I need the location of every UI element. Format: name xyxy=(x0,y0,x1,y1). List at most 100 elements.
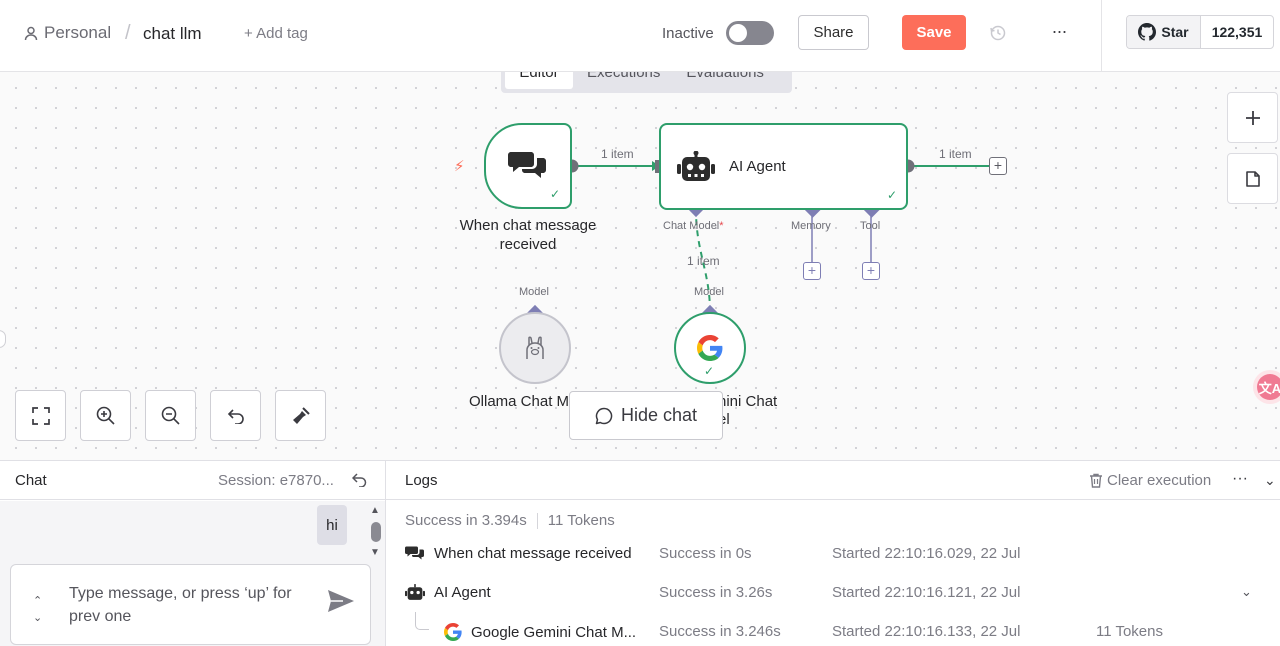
chat-scrollbar[interactable] xyxy=(371,522,381,542)
broom-icon xyxy=(292,406,310,424)
node-ai-agent[interactable]: AI Agent ✓ xyxy=(659,123,908,210)
chat-model-port-label: Chat Model* xyxy=(663,220,724,232)
add-tool-button[interactable]: + xyxy=(862,262,880,280)
add-memory-button[interactable]: + xyxy=(803,262,821,280)
chat-bubbles-icon xyxy=(508,152,546,178)
zoom-out-button[interactable] xyxy=(145,390,196,441)
trigger-agent-item-count: 1 item xyxy=(601,147,634,161)
more-options-icon[interactable]: ··· xyxy=(1048,22,1070,44)
fit-view-button[interactable] xyxy=(15,390,66,441)
scroll-down-arrow-icon[interactable]: ▼ xyxy=(370,547,380,558)
tool-port-label: Tool xyxy=(860,220,881,232)
log-row-gemini-model[interactable]: Google Gemini Chat M... Success in 3.246… xyxy=(386,623,1280,646)
save-button[interactable]: Save xyxy=(902,15,966,50)
node-chat-trigger[interactable]: ✓ xyxy=(484,123,572,209)
log-status: Success in 0s xyxy=(659,545,752,562)
logs-collapse-icon[interactable]: ⌄ xyxy=(1264,472,1276,489)
session-id[interactable]: Session: e7870... xyxy=(218,472,334,489)
log-node-name: Google Gemini Chat M... xyxy=(471,623,637,641)
agent-output-item-count: 1 item xyxy=(939,147,972,161)
sticky-note-icon xyxy=(1245,170,1260,187)
share-button[interactable]: Share xyxy=(798,15,869,50)
trash-icon xyxy=(1090,473,1102,488)
chat-message-input[interactable]: ⌃ ⌄ Type message, or press ‘up’ for prev … xyxy=(10,564,371,645)
zoom-in-button[interactable] xyxy=(80,390,131,441)
log-status: Success in 3.246s xyxy=(659,623,781,640)
log-row-ai-agent[interactable]: AI Agent Success in 3.26s Started 22:10:… xyxy=(386,584,1280,608)
active-toggle[interactable] xyxy=(726,21,774,45)
clear-execution-label: Clear execution xyxy=(1107,472,1212,489)
log-start-time: Started 22:10:16.121, 22 Jul xyxy=(832,584,1021,601)
ollama-model-port-label: Model xyxy=(519,286,549,298)
zoom-in-icon xyxy=(96,406,115,425)
ollama-llama-icon xyxy=(526,336,544,359)
logs-panel-header: Logs Clear execution ··· ⌄ xyxy=(386,461,1280,500)
github-icon xyxy=(1138,23,1157,41)
logs-panel-title: Logs xyxy=(405,472,438,489)
summary-divider xyxy=(536,512,538,529)
add-node-button[interactable] xyxy=(1227,92,1278,143)
header-divider xyxy=(1101,0,1102,72)
memory-port-label: Memory xyxy=(791,220,831,232)
reset-session-icon[interactable] xyxy=(352,473,368,487)
workflow-name[interactable]: chat llm xyxy=(143,24,202,44)
gemini-success-check-icon: ✓ xyxy=(704,364,715,378)
clear-execution-button[interactable]: Clear execution xyxy=(1089,472,1211,489)
chat-bubbles-icon xyxy=(405,546,424,560)
add-node-after-agent-button[interactable]: + xyxy=(989,157,1007,175)
trigger-bolt-icon: ⚡ xyxy=(454,158,465,175)
log-node-name: When chat message received xyxy=(434,545,632,562)
trigger-success-check-icon: ✓ xyxy=(550,187,561,201)
robot-icon xyxy=(405,584,425,600)
hide-chat-label: Hide chat xyxy=(620,405,698,425)
plus-icon xyxy=(1245,110,1260,125)
add-sticky-note-button[interactable] xyxy=(1227,153,1278,204)
chat-messages: hi ▲ ▼ ⌃ ⌄ Type message, or press ‘up’ fo… xyxy=(0,501,385,646)
trigger-node-label: When chat message received xyxy=(459,217,597,253)
workspace-label: Personal xyxy=(44,23,112,42)
zoom-out-icon xyxy=(161,406,180,425)
breadcrumb-workspace[interactable]: Personal xyxy=(24,23,111,43)
history-nav-icon[interactable]: ⌃ ⌄ xyxy=(33,593,42,627)
log-start-time: Started 22:10:16.029, 22 Jul xyxy=(832,545,1021,562)
chat-bubble-icon xyxy=(595,407,613,424)
github-star-button[interactable]: Star xyxy=(1127,16,1201,48)
log-status: Success in 3.26s xyxy=(659,584,773,601)
translate-extension-button[interactable]: 文A xyxy=(1253,370,1280,404)
execution-tokens: 11 Tokens xyxy=(547,512,615,529)
node-ollama-chat-model[interactable] xyxy=(499,312,571,384)
ollama-node-label: Ollama Chat M xyxy=(469,393,570,410)
workflow-canvas[interactable]: Editor Executions Evaluations ⚡ ✓ When c… xyxy=(0,72,1280,460)
robot-icon xyxy=(677,151,715,181)
chat-input-placeholder: Type message, or press ‘up’ for prev one xyxy=(69,585,292,625)
log-tokens: 11 Tokens xyxy=(1096,623,1163,640)
scroll-up-arrow-icon[interactable]: ▲ xyxy=(370,505,380,516)
send-icon[interactable] xyxy=(327,589,355,613)
add-tag-button[interactable]: + Add tag xyxy=(244,25,308,42)
chat-panel-header: Chat Session: e7870... xyxy=(0,461,385,500)
logs-more-icon[interactable]: ··· xyxy=(1232,470,1248,488)
user-icon xyxy=(24,26,38,40)
github-star-widget[interactable]: Star 122,351 xyxy=(1126,15,1274,49)
logs-panel: Logs Clear execution ··· ⌄ Success in 3.… xyxy=(386,460,1280,646)
tidy-up-button[interactable] xyxy=(275,390,326,441)
node-google-gemini-chat-model[interactable]: ✓ xyxy=(674,312,746,384)
translate-icon: 文A xyxy=(1257,374,1280,400)
log-node-name: AI Agent xyxy=(434,584,491,601)
gemini-node-label: nini Chat xyxy=(718,393,778,410)
model-agent-item-count: 1 item xyxy=(687,254,720,268)
user-message: hi xyxy=(317,505,347,545)
chat-panel: Chat Session: e7870... hi ▲ ▼ ⌃ ⌄ Type me… xyxy=(0,460,386,646)
expand-row-chevron-icon[interactable]: ⌄ xyxy=(1241,584,1252,600)
gemini-model-port-label: Model xyxy=(694,286,724,298)
history-icon[interactable] xyxy=(988,23,1008,43)
active-status-label: Inactive xyxy=(662,25,714,42)
log-start-time: Started 22:10:16.133, 22 Jul xyxy=(832,623,1021,640)
undo-button[interactable] xyxy=(210,390,261,441)
breadcrumb-separator: / xyxy=(125,22,131,44)
github-star-count[interactable]: 122,351 xyxy=(1201,16,1273,48)
log-tree-connector xyxy=(415,612,429,630)
hide-chat-button[interactable]: Hide chat xyxy=(569,391,723,440)
log-row-chat-trigger[interactable]: When chat message received Success in 0s… xyxy=(386,545,1280,569)
agent-success-check-icon: ✓ xyxy=(887,188,898,202)
